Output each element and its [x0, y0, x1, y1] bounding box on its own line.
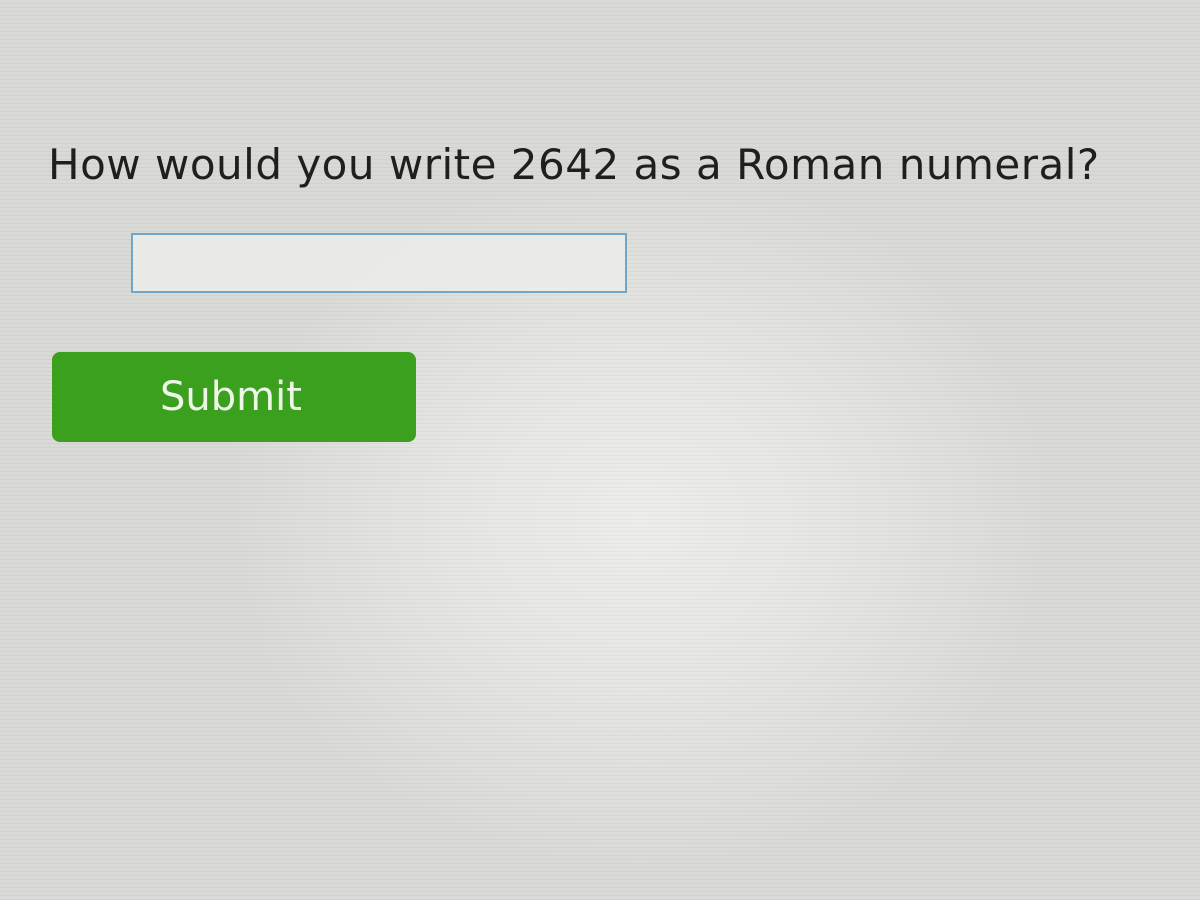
submit-button[interactable]: Submit [52, 352, 416, 442]
question-prompt: How would you write 2642 as a Roman nume… [48, 140, 1100, 189]
answer-input[interactable] [131, 233, 627, 293]
practice-question-page: How would you write 2642 as a Roman nume… [0, 0, 1200, 900]
